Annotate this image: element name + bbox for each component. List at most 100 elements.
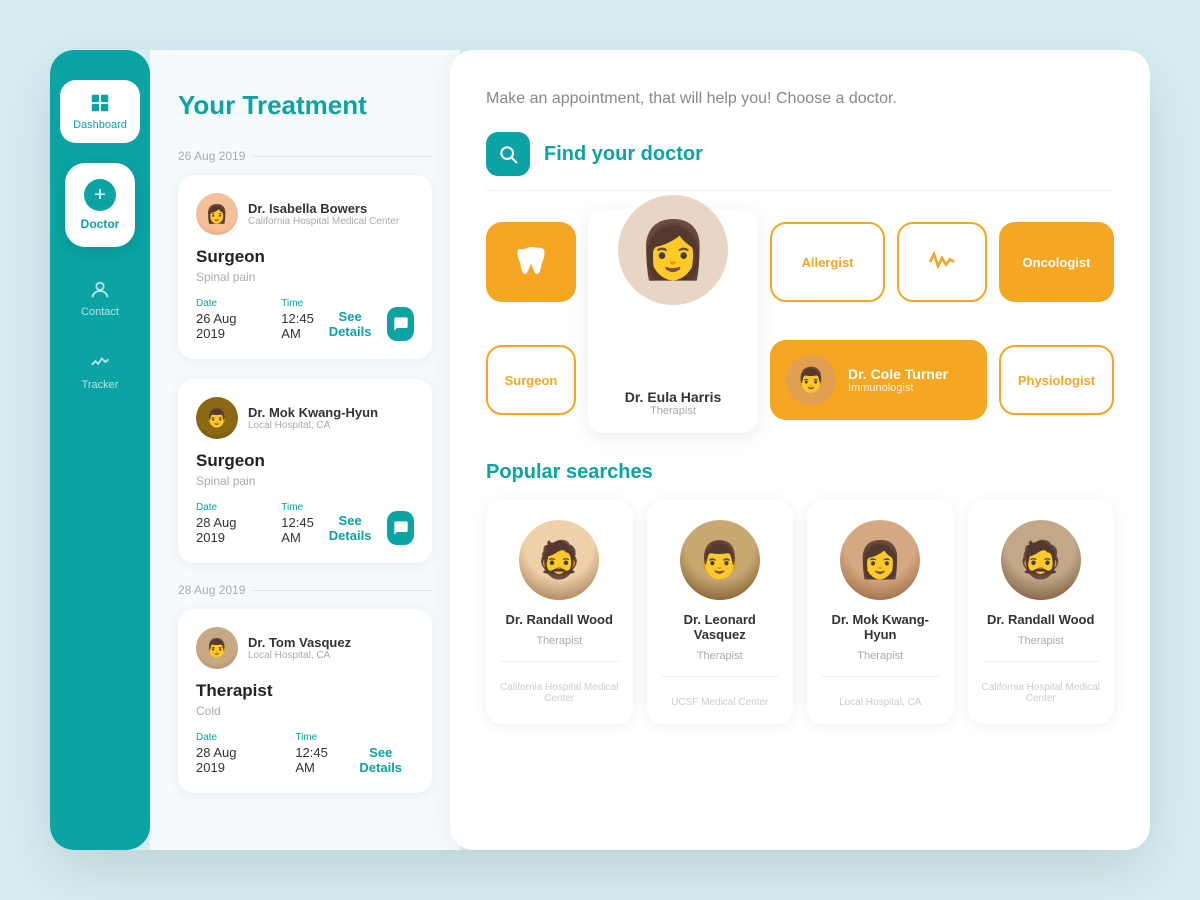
doctor-info-row-3: 👨 Dr. Tom Vasquez Local Hospital, CA [196, 627, 414, 669]
popular-name-3: Dr. Mok Kwang-Hyun [821, 612, 940, 642]
condition-2: Spinal pain [196, 474, 414, 488]
time-block-3: Time 12:45 AM [295, 732, 347, 775]
popular-card-4[interactable]: 🧔 Dr. Randall Wood Therapist California … [968, 500, 1115, 724]
category-surgeon[interactable]: Surgeon [486, 345, 576, 415]
doctor-name-1: Dr. Isabella Bowers [248, 201, 399, 216]
panel-title: Your Treatment [178, 90, 432, 121]
popular-avatar-3: 👩 [840, 520, 920, 600]
popular-role-4: Therapist [1018, 635, 1064, 647]
sidebar-item-tracker[interactable]: Tracker [60, 340, 140, 403]
popular-role-1: Therapist [536, 635, 582, 647]
doctor-info-row-1: 👩 Dr. Isabella Bowers California Hospita… [196, 193, 414, 235]
date-time-3: Date 28 Aug 2019 Time 12:45 AM [196, 732, 347, 775]
popular-avatar-2: 👨 [680, 520, 760, 600]
card-actions-1: See Details [323, 307, 414, 341]
card-footer-2: Date 28 Aug 2019 Time 12:45 AM See Detai… [196, 502, 414, 545]
popular-role-2: Therapist [697, 650, 743, 662]
chat-icon-1 [393, 316, 409, 332]
divider-2 [661, 676, 780, 677]
find-doctor-label: Find your doctor [544, 143, 703, 166]
card-actions-2: See Details [323, 511, 414, 545]
category-physiologist[interactable]: Physiologist [999, 345, 1114, 415]
card-actions-3: See Details [347, 745, 414, 775]
see-details-btn-1[interactable]: See Details [323, 309, 377, 339]
category-oncologist[interactable]: Oncologist [999, 222, 1114, 302]
popular-card-2[interactable]: 👨 Dr. Leonard Vasquez Therapist UCSF Med… [647, 500, 794, 724]
doctor-avatar-1: 👩 [196, 193, 238, 235]
card-footer-3: Date 28 Aug 2019 Time 12:45 AM See Detai… [196, 732, 414, 775]
chat-btn-2[interactable] [387, 511, 414, 545]
chat-icon-2 [393, 520, 409, 536]
sidebar-item-contact[interactable]: Contact [60, 267, 140, 330]
time-block-2: Time 12:45 AM [281, 502, 323, 545]
popular-card-3[interactable]: 👩 Dr. Mok Kwang-Hyun Therapist Local Hos… [807, 500, 954, 724]
hospital-3: Local Hospital, CA [248, 650, 351, 661]
date-group-3: 28 Aug 2019 [178, 583, 432, 597]
popular-name-1: Dr. Randall Wood [506, 612, 613, 627]
specialty-3: Therapist [196, 681, 414, 701]
contact-label: Contact [81, 306, 119, 318]
heart-icon [926, 246, 958, 278]
find-doctor-search-box[interactable] [486, 132, 530, 176]
popular-section-title: Popular searches [486, 461, 1114, 484]
popular-avatar-1: 🧔 [519, 520, 599, 600]
tracker-icon [89, 352, 111, 374]
left-panel: Your Treatment 26 Aug 2019 👩 Dr. Isabell… [150, 50, 460, 850]
treatment-card-2: 👨 Dr. Mok Kwang-Hyun Local Hospital, CA … [178, 379, 432, 563]
divider-1 [500, 661, 619, 662]
feature-doctor-avatar: 👩 [618, 195, 728, 305]
category-tooth[interactable] [486, 222, 576, 302]
search-icon [498, 144, 518, 164]
popular-avatar-4: 🧔 [1001, 520, 1081, 600]
popular-grid: 🧔 Dr. Randall Wood Therapist California … [486, 500, 1114, 724]
specialty-1: Surgeon [196, 247, 414, 267]
tagline: Make an appointment, that will help you!… [486, 90, 1114, 108]
category-allergist[interactable]: Allergist [770, 222, 885, 302]
doctor-plus-icon: + [84, 179, 116, 211]
tracker-label: Tracker [82, 379, 119, 391]
categories-grid: 👩 Dr. Eula Harris Therapist Allergist On… [486, 209, 1114, 433]
tooth-icon [513, 244, 549, 280]
date-group-1: 26 Aug 2019 [178, 149, 432, 163]
selected-doctor-info: Dr. Cole Turner Immunologist [848, 366, 948, 394]
doctor-name-block-3: Dr. Tom Vasquez Local Hospital, CA [248, 635, 351, 661]
selected-doctor-card[interactable]: 👨 Dr. Cole Turner Immunologist [770, 340, 987, 420]
doctor-feature-card[interactable]: 👩 Dr. Eula Harris Therapist [588, 209, 758, 433]
treatment-card-3: 👨 Dr. Tom Vasquez Local Hospital, CA The… [178, 609, 432, 793]
date-block-3: Date 28 Aug 2019 [196, 732, 265, 775]
right-panel: Make an appointment, that will help you!… [450, 50, 1150, 850]
doctor-avatar-2: 👨 [196, 397, 238, 439]
popular-hospital-4: California Hospital Medical Center [982, 682, 1101, 704]
category-heart[interactable] [897, 222, 987, 302]
popular-card-1[interactable]: 🧔 Dr. Randall Wood Therapist California … [486, 500, 633, 724]
doctor-name-3: Dr. Tom Vasquez [248, 635, 351, 650]
doctor-avatar-3: 👨 [196, 627, 238, 669]
doctor-name-2: Dr. Mok Kwang-Hyun [248, 405, 378, 420]
sidebar-item-dashboard[interactable]: Dashboard [60, 80, 140, 143]
feature-doctor-role: Therapist [650, 405, 696, 417]
date-block-2: Date 28 Aug 2019 [196, 502, 251, 545]
doctor-name-block-1: Dr. Isabella Bowers California Hospital … [248, 201, 399, 227]
treatment-card-1: 👩 Dr. Isabella Bowers California Hospita… [178, 175, 432, 359]
date-time-2: Date 28 Aug 2019 Time 12:45 AM [196, 502, 323, 545]
popular-name-2: Dr. Leonard Vasquez [661, 612, 780, 642]
see-details-btn-2[interactable]: See Details [323, 513, 377, 543]
see-details-btn-3[interactable]: See Details [347, 745, 414, 775]
divider-3 [821, 676, 940, 677]
popular-hospital-2: UCSF Medical Center [671, 697, 768, 708]
popular-role-3: Therapist [857, 650, 903, 662]
time-block-1: Time 12:45 AM [281, 298, 323, 341]
contact-icon [89, 279, 111, 301]
popular-hospital-1: California Hospital Medical Center [500, 682, 619, 704]
sidebar-item-doctor[interactable]: + Doctor [65, 163, 135, 247]
app-container: Dashboard + Doctor Contact Tracker Your … [50, 50, 1150, 850]
popular-hospital-3: Local Hospital, CA [839, 697, 921, 708]
doctor-label: Doctor [81, 217, 120, 231]
chat-btn-1[interactable] [387, 307, 414, 341]
hospital-1: California Hospital Medical Center [248, 216, 399, 227]
condition-3: Cold [196, 704, 414, 718]
dashboard-label: Dashboard [73, 119, 127, 131]
card-footer-1: Date 26 Aug 2019 Time 12:45 AM See Detai… [196, 298, 414, 341]
divider-4 [982, 661, 1101, 662]
feature-doctor-name: Dr. Eula Harris [625, 389, 722, 405]
